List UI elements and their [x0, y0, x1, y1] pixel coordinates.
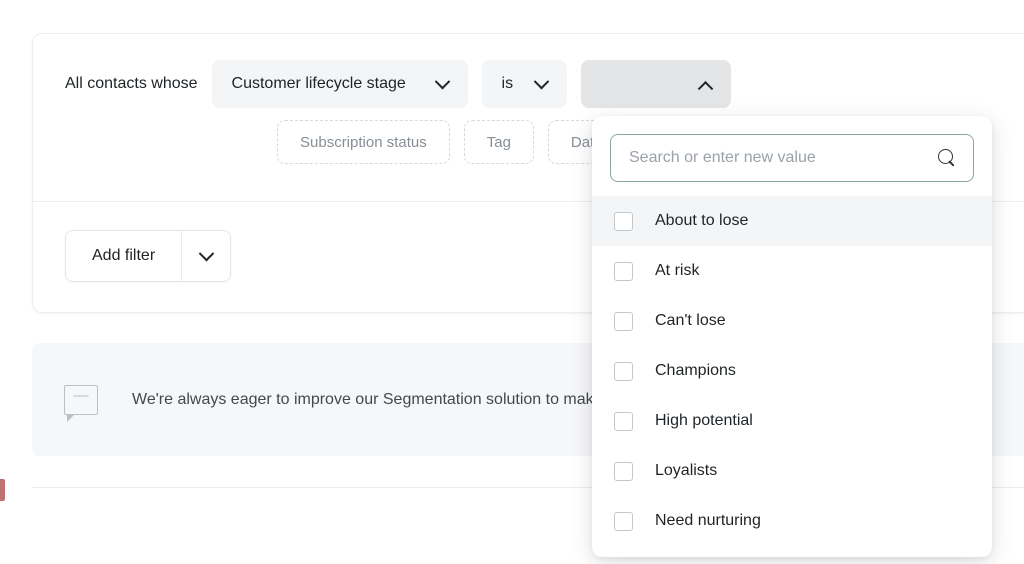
condition-line: All contacts whose Customer lifecycle st…: [65, 60, 1024, 108]
feedback-chat-icon: ⎻: [64, 385, 98, 415]
chevron-down-icon: [198, 245, 214, 261]
dropdown-search-wrapper: [592, 116, 992, 196]
dropdown-option-label: At risk: [655, 263, 699, 279]
dropdown-option-high-potential[interactable]: High potential: [592, 396, 992, 446]
dropdown-option-cant-lose[interactable]: Can't lose: [592, 296, 992, 346]
dropdown-option-loyalists[interactable]: Loyalists: [592, 446, 992, 496]
checkbox-icon[interactable]: [614, 312, 633, 331]
chevron-down-icon: [533, 73, 549, 89]
suggested-filter-subscription-status[interactable]: Subscription status: [277, 120, 450, 164]
operator-select-value: is: [502, 76, 514, 92]
dropdown-option-about-to-lose[interactable]: About to lose: [592, 196, 992, 246]
add-filter-split-button: Add filter: [65, 230, 231, 282]
checkbox-icon[interactable]: [614, 362, 633, 381]
suggested-filter-label: Tag: [487, 134, 511, 151]
field-select-value: Customer lifecycle stage: [232, 76, 406, 92]
checkbox-icon[interactable]: [614, 462, 633, 481]
left-edge-alert-indicator: [0, 479, 5, 501]
chevron-up-icon: [697, 80, 713, 96]
dropdown-option-label: About to lose: [655, 213, 748, 229]
operator-select[interactable]: is: [482, 60, 567, 108]
value-select-dropdown-panel: About to lose At risk Can't lose Champio…: [592, 116, 992, 557]
field-select[interactable]: Customer lifecycle stage: [212, 60, 468, 108]
checkbox-icon[interactable]: [614, 262, 633, 281]
add-filter-button[interactable]: Add filter: [66, 231, 181, 281]
dropdown-option-label: Champions: [655, 363, 736, 379]
value-select[interactable]: [581, 60, 731, 108]
search-icon[interactable]: [938, 149, 957, 168]
dropdown-search-box[interactable]: [610, 134, 974, 182]
dropdown-option-champions[interactable]: Champions: [592, 346, 992, 396]
add-filter-dropdown-button[interactable]: [182, 231, 230, 281]
checkbox-icon[interactable]: [614, 512, 633, 531]
condition-prefix-label: All contacts whose: [65, 74, 198, 94]
dropdown-option-label: Can't lose: [655, 313, 726, 329]
dropdown-option-label: Loyalists: [655, 463, 717, 479]
checkbox-icon[interactable]: [614, 212, 633, 231]
dropdown-options-list[interactable]: About to lose At risk Can't lose Champio…: [592, 196, 992, 557]
checkbox-icon[interactable]: [614, 412, 633, 431]
suggested-filter-tag[interactable]: Tag: [464, 120, 534, 164]
dropdown-search-input[interactable]: [629, 149, 938, 167]
dropdown-option-label: Need nurturing: [655, 513, 761, 529]
suggested-filter-label: Subscription status: [300, 134, 427, 151]
dropdown-option-at-risk[interactable]: At risk: [592, 246, 992, 296]
dropdown-option-need-nurturing[interactable]: Need nurturing: [592, 496, 992, 546]
chevron-down-icon: [434, 73, 450, 89]
feedback-chat-icon-glyph: ⎻: [65, 386, 97, 414]
dropdown-option-label: High potential: [655, 413, 753, 429]
